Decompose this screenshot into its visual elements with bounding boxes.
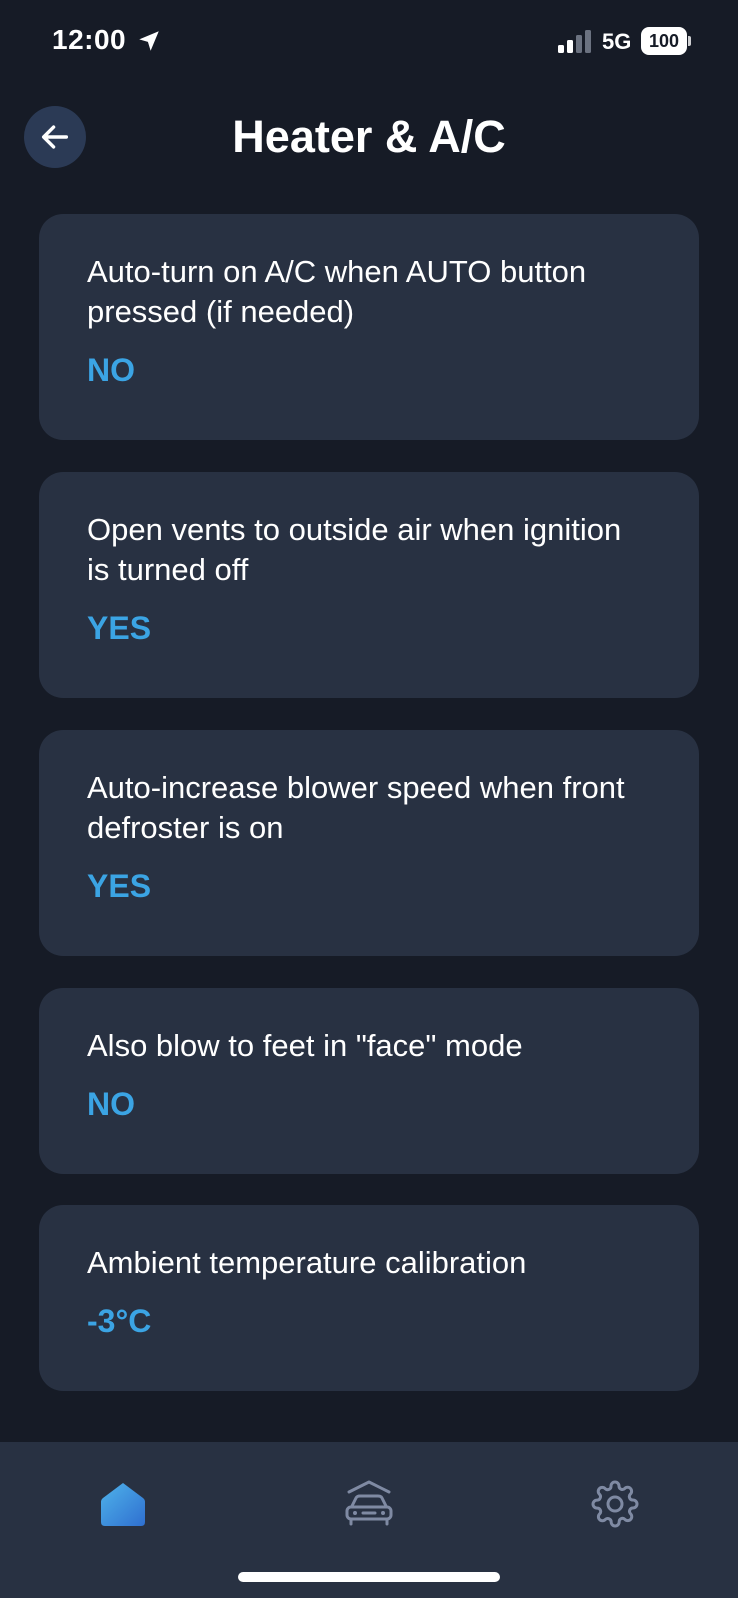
location-arrow-icon <box>139 31 159 51</box>
setting-value: YES <box>87 868 152 904</box>
battery-level: 100 <box>641 27 687 55</box>
gear-icon <box>591 1480 639 1528</box>
nav-vehicle[interactable] <box>329 1464 409 1544</box>
setting-card-blow-to-feet[interactable]: Also blow to feet in "face" mode NO <box>39 988 699 1174</box>
setting-card-ambient-temp[interactable]: Ambient temperature calibration -3°C <box>39 1205 699 1391</box>
back-button[interactable] <box>24 106 86 168</box>
setting-value: NO <box>87 352 135 388</box>
setting-card-auto-ac[interactable]: Auto-turn on A/C when AUTO button presse… <box>39 214 699 440</box>
status-time: 12:00 <box>52 24 127 55</box>
setting-card-open-vents[interactable]: Open vents to outside air when ignition … <box>39 472 699 698</box>
nav-settings[interactable] <box>575 1464 655 1544</box>
setting-label: Also blow to feet in "face" mode <box>87 1028 523 1063</box>
setting-value: -3°C <box>87 1303 152 1339</box>
setting-value: NO <box>87 1086 135 1122</box>
cellular-signal-icon <box>558 30 591 53</box>
home-indicator[interactable] <box>238 1572 500 1582</box>
setting-value: YES <box>87 610 152 646</box>
car-icon <box>345 1480 393 1526</box>
setting-label: Auto-increase blower speed when front de… <box>87 770 625 845</box>
nav-home[interactable] <box>83 1464 163 1544</box>
setting-label: Ambient temperature calibration <box>87 1245 527 1280</box>
page-title: Heater & A/C <box>232 111 506 162</box>
home-icon <box>101 1483 145 1526</box>
setting-label: Open vents to outside air when ignition … <box>87 512 622 587</box>
arrow-left-icon <box>41 125 69 149</box>
network-type: 5G <box>602 29 632 54</box>
status-bar: 12:00 5G 100 <box>0 0 738 88</box>
setting-label: Auto-turn on A/C when AUTO button presse… <box>87 254 587 329</box>
battery-icon: 100 <box>641 27 691 55</box>
setting-card-blower-speed[interactable]: Auto-increase blower speed when front de… <box>39 730 699 956</box>
